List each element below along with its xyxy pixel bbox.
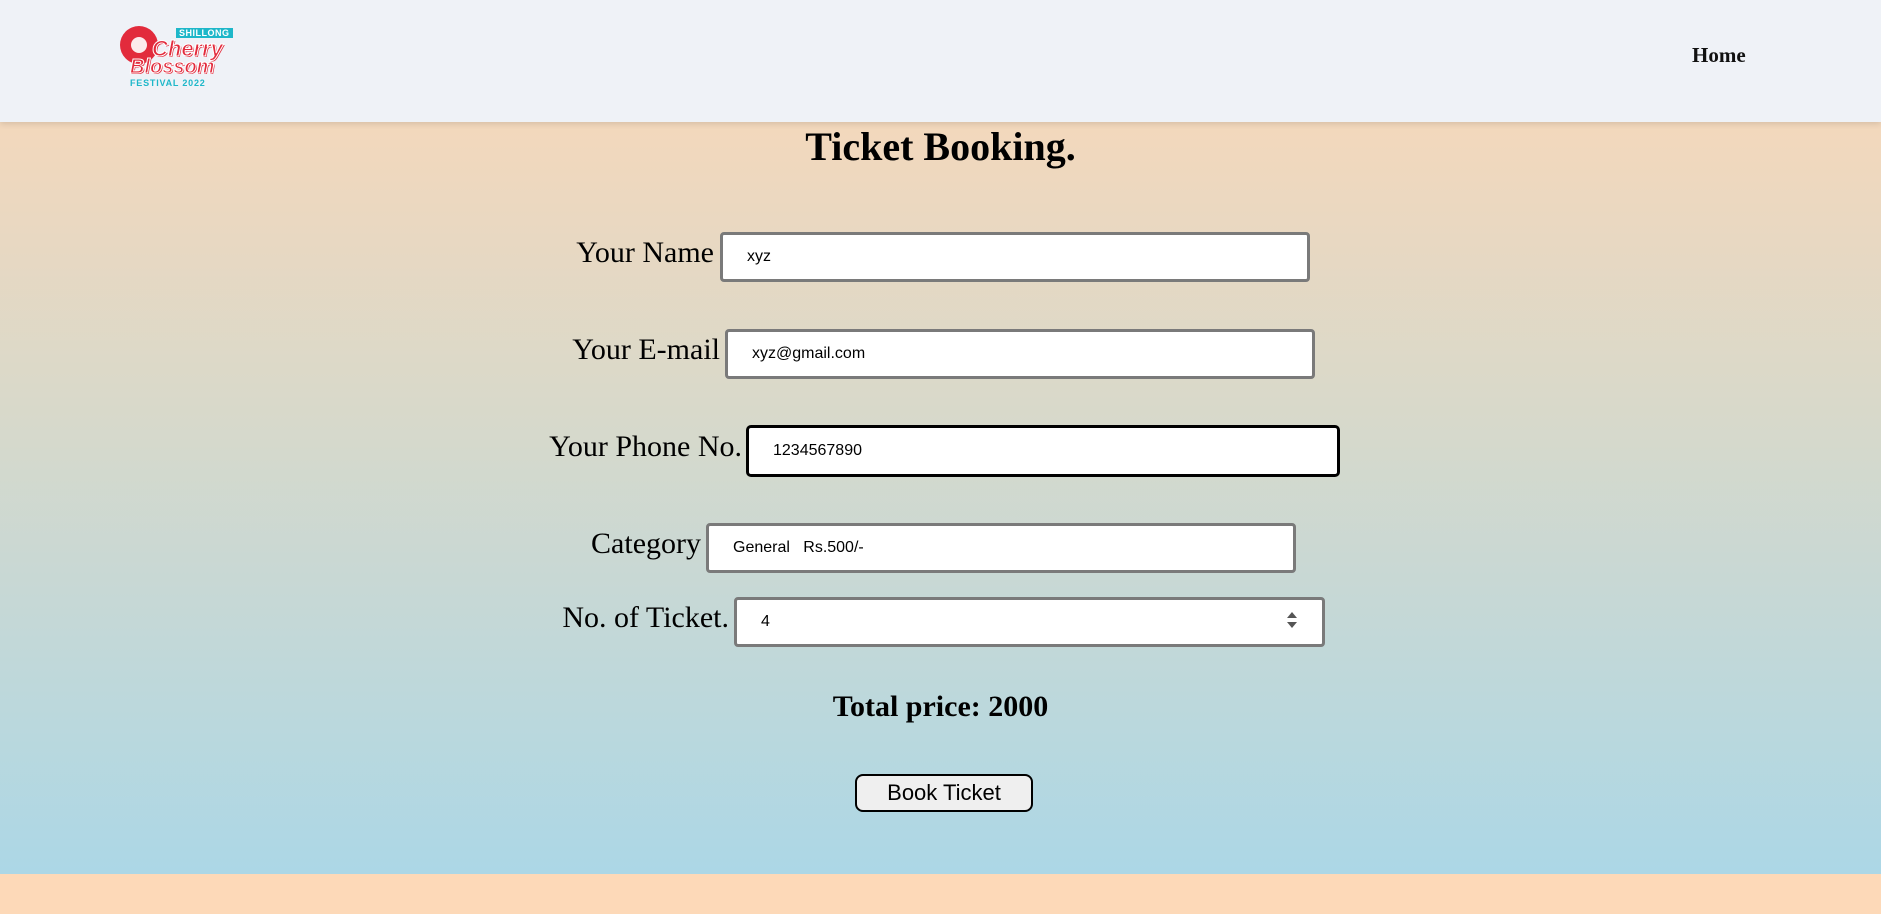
phone-input[interactable] xyxy=(747,426,1339,476)
number-spinner-icon[interactable] xyxy=(1287,612,1297,630)
logo-word-blossom: Blossom xyxy=(129,56,215,79)
page: SHILLONG Cherry Blossom FESTIVAL 2022 Ho… xyxy=(0,0,1881,914)
email-label: Your E-mail xyxy=(572,333,720,366)
nav-home-link[interactable]: Home xyxy=(1692,43,1746,68)
cherry-blossom-logo[interactable]: SHILLONG Cherry Blossom FESTIVAL 2022 xyxy=(118,22,233,90)
total-price: Total price: 2000 xyxy=(832,690,1049,723)
category-input[interactable] xyxy=(706,523,1296,573)
tickets-label: No. of Ticket. xyxy=(562,601,729,634)
category-label: Category xyxy=(591,527,701,560)
logo-tag-bottom: FESTIVAL 2022 xyxy=(130,78,206,88)
navbar: SHILLONG Cherry Blossom FESTIVAL 2022 Ho… xyxy=(0,0,1881,122)
tickets-stepper xyxy=(734,597,1325,647)
book-ticket-button[interactable]: Book Ticket xyxy=(855,774,1033,812)
spinner-up-icon[interactable] xyxy=(1287,612,1297,618)
name-label: Your Name xyxy=(576,236,714,269)
spinner-down-icon[interactable] xyxy=(1287,622,1297,628)
phone-label: Your Phone No. xyxy=(549,430,742,463)
email-input[interactable] xyxy=(725,329,1315,379)
page-title: Ticket Booking. xyxy=(805,124,1076,169)
tickets-input[interactable] xyxy=(734,597,1325,647)
name-input[interactable] xyxy=(720,232,1310,282)
